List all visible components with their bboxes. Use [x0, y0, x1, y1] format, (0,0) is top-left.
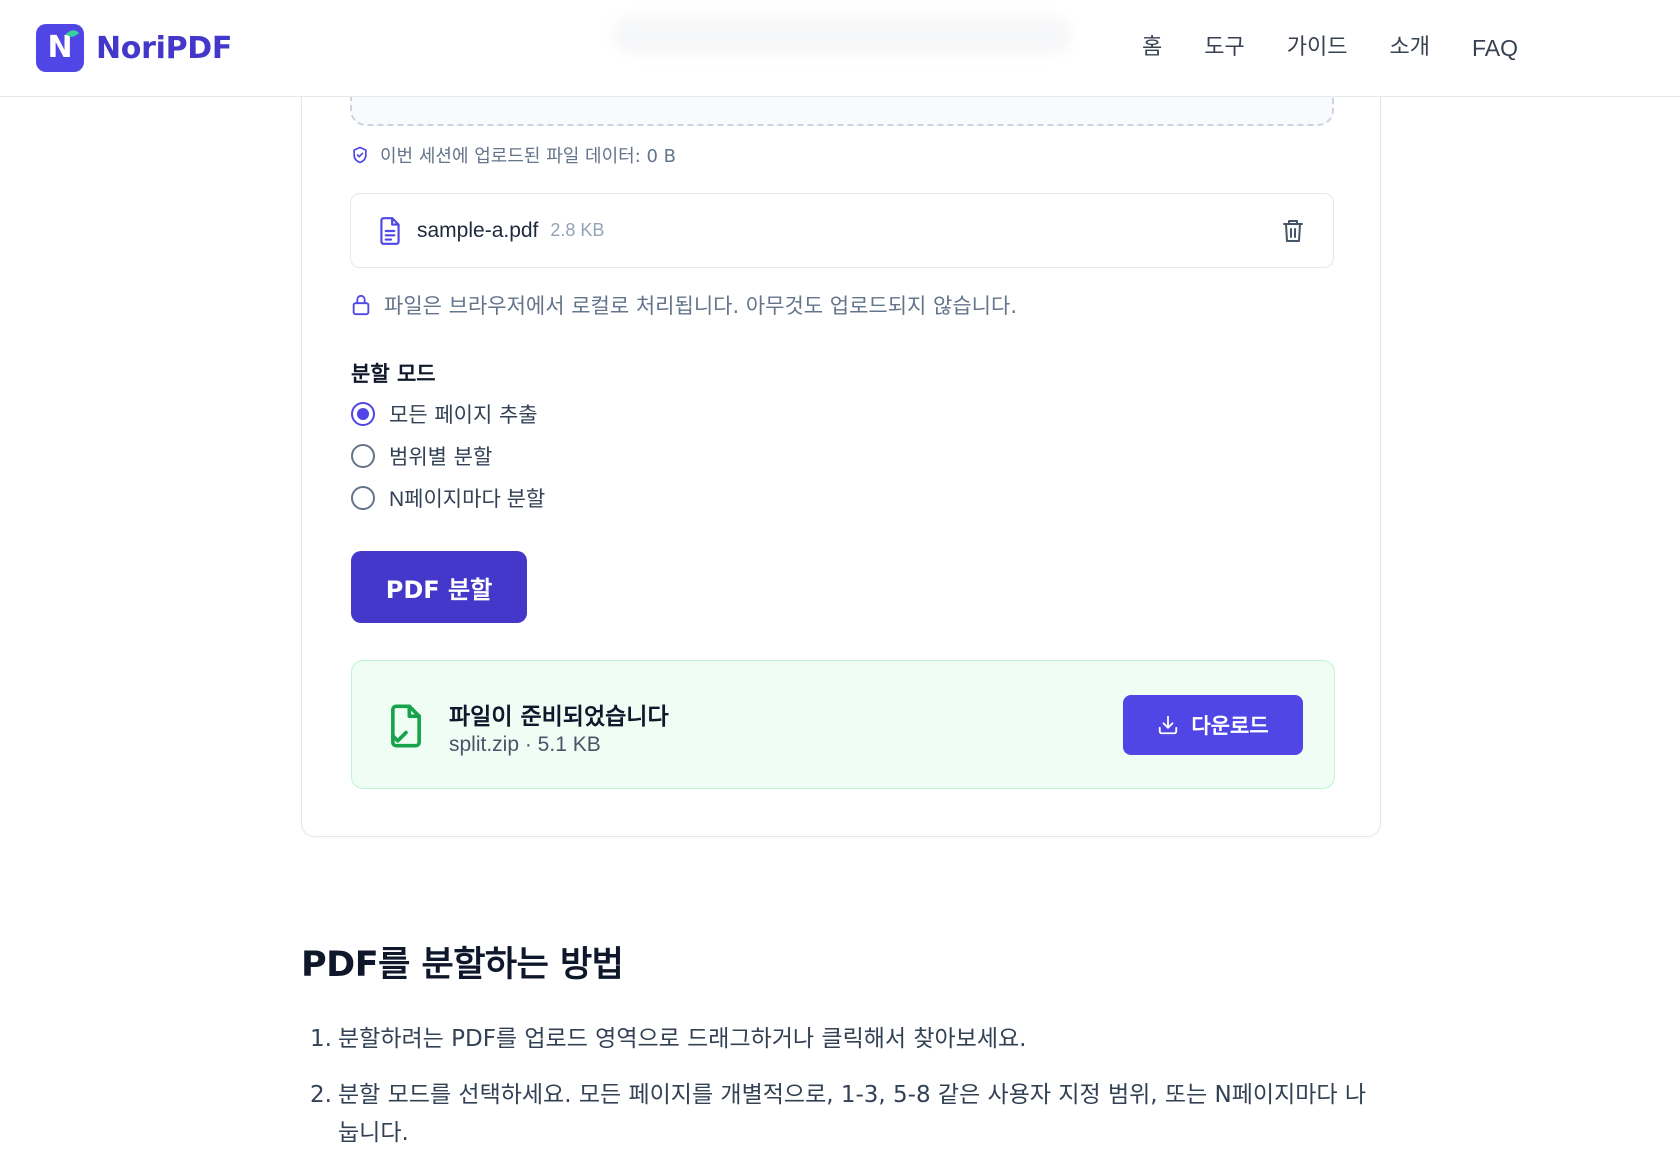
radio-extract-all-pages[interactable]: 모든 페이지 추출 [351, 399, 538, 429]
radio-circle[interactable] [351, 444, 375, 468]
radio-circle[interactable] [351, 486, 375, 510]
uploaded-file-row: sample-a.pdf 2.8 KB [350, 193, 1334, 268]
remove-file-button[interactable] [1279, 218, 1307, 246]
file-name: sample-a.pdf [417, 218, 539, 242]
file-size: 2.8 KB [550, 220, 605, 240]
trash-icon [1283, 220, 1303, 242]
file-check-icon [391, 704, 421, 748]
nav-item-guide[interactable]: 가이드 [1287, 30, 1348, 66]
main-nav: 홈 도구 가이드 소개 FAQ [1100, 30, 1518, 66]
local-processing-note: 파일은 브라우저에서 로컬로 처리됩니다. 아무것도 업로드되지 않습니다. [350, 290, 1017, 320]
radio-split-by-range[interactable]: 범위별 분할 [351, 441, 492, 471]
session-data-note: 이번 세션에 업로드된 파일 데이터: 0 B [350, 142, 676, 168]
brand-logo-link[interactable]: N NoriPDF [36, 24, 232, 72]
result-file-info: split.zip · 5.1 KB [449, 733, 601, 756]
radio-split-every-n-pages[interactable]: N페이지마다 분할 [351, 483, 545, 513]
result-ready-panel: 파일이 준비되었습니다 split.zip · 5.1 KB 다운로드 [351, 660, 1335, 789]
shield-check-icon [353, 146, 367, 164]
nav-item-about[interactable]: 소개 [1390, 30, 1430, 66]
site-header: N NoriPDF 홈 도구 가이드 소개 FAQ [0, 0, 1680, 97]
radio-circle[interactable] [351, 402, 375, 426]
howto-heading: PDF를 분할하는 방법 [301, 945, 624, 985]
nav-item-faq[interactable]: FAQ [1472, 30, 1518, 66]
download-button[interactable]: 다운로드 [1123, 695, 1303, 755]
result-title: 파일이 준비되었습니다 [449, 704, 669, 730]
list-item: 1. 분할하려는 PDF를 업로드 영역으로 드래그하거나 클릭해서 찾아보세요… [310, 1026, 1027, 1052]
nav-item-home[interactable]: 홈 [1142, 30, 1162, 66]
blurred-header-region [612, 16, 1072, 54]
logo-icon: N [36, 24, 84, 72]
list-item: 2. 분할 모드를 선택하세요. 모든 페이지를 개별적으로, 1-3, 5-8… [310, 1082, 1367, 1146]
howto-steps-list: 1. 분할하려는 PDF를 업로드 영역으로 드래그하거나 클릭해서 찾아보세요… [301, 1020, 1381, 1170]
split-pdf-button[interactable]: PDF 분할 [351, 551, 527, 623]
split-mode-label: 분할 모드 [351, 362, 436, 386]
lock-icon [352, 294, 370, 316]
download-icon [1159, 715, 1178, 735]
nav-item-tools[interactable]: 도구 [1204, 30, 1244, 66]
file-icon [380, 216, 400, 245]
brand-name: NoriPDF [96, 30, 233, 66]
